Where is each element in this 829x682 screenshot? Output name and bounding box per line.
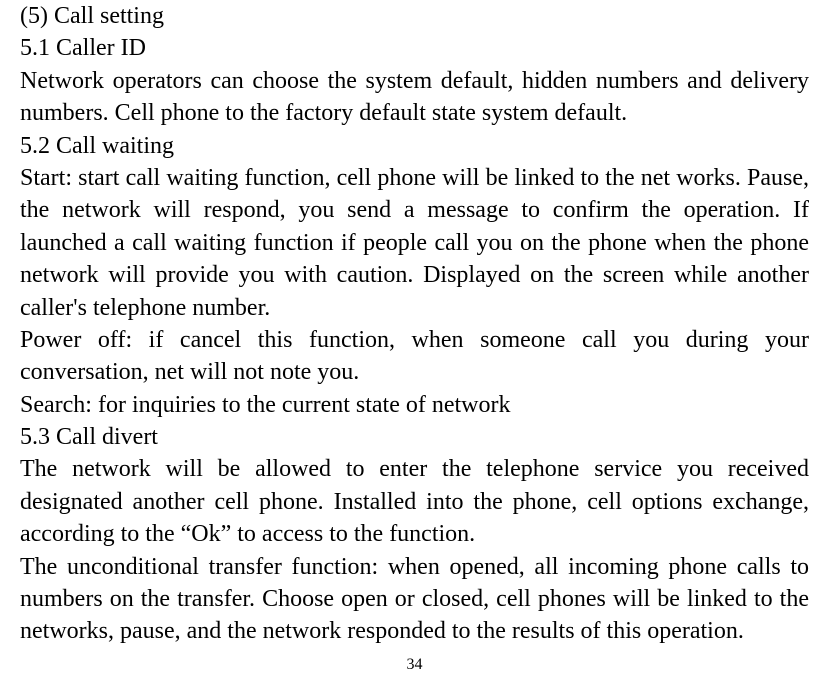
subsection-body-3b: The unconditional transfer function: whe… [20, 551, 809, 648]
section-heading: (5) Call setting [20, 0, 809, 32]
subsection-body-3a: The network will be allowed to enter the… [20, 453, 809, 550]
subsection-body-1: Network operators can choose the system … [20, 65, 809, 130]
subsection-body-2b: Power off: if cancel this function, when… [20, 324, 809, 389]
page-number: 34 [20, 654, 809, 676]
subsection-body-2c: Search: for inquiries to the current sta… [20, 389, 809, 421]
subsection-heading-2: 5.2 Call waiting [20, 130, 809, 162]
subsection-body-2a: Start: start call waiting function, cell… [20, 162, 809, 324]
subsection-heading-3: 5.3 Call divert [20, 421, 809, 453]
subsection-heading-1: 5.1 Caller ID [20, 32, 809, 64]
page-content: (5) Call setting 5.1 Caller ID Network o… [20, 0, 809, 648]
document-page: (5) Call setting 5.1 Caller ID Network o… [20, 0, 809, 682]
